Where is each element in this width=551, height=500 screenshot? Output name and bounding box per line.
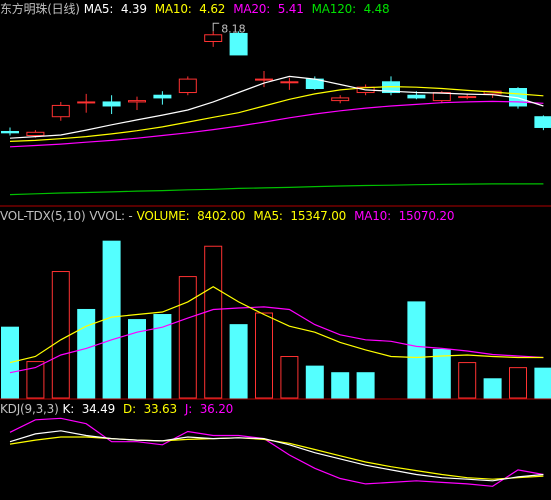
ma5-line <box>9 75 544 139</box>
candle-up <box>255 78 273 81</box>
volume-bar-down <box>229 324 248 399</box>
high-price-pointer <box>212 22 220 32</box>
candle-up <box>51 104 70 118</box>
volume-bar-up <box>255 312 273 399</box>
volume-bar-down <box>305 365 324 399</box>
candle-up <box>77 101 96 104</box>
volume-bar-up <box>51 271 70 399</box>
kdj-pane <box>9 417 544 487</box>
candle-up <box>204 34 223 42</box>
ma120-line <box>9 183 544 196</box>
stock-chart[interactable]: 8.18 <box>0 0 551 500</box>
candle-down <box>407 94 426 99</box>
candle-up <box>26 131 45 137</box>
volume-bar-down <box>483 378 502 399</box>
ma20-line <box>9 100 544 148</box>
volume-bar-up <box>178 276 197 399</box>
kdj-j-line <box>9 417 544 487</box>
volume-bar-up <box>204 245 223 399</box>
candle-down <box>1 130 19 134</box>
volume-bar-down <box>77 308 96 399</box>
volume-bar-up <box>509 367 527 399</box>
high-price-marker: 8.18 <box>221 22 246 35</box>
price-pane <box>1 22 551 196</box>
candle-up <box>280 81 299 84</box>
candle-down <box>153 94 172 99</box>
candle-up <box>178 78 197 94</box>
volume-bar-down <box>407 301 426 399</box>
volume-bar-up <box>458 362 477 399</box>
candle-down <box>102 101 121 107</box>
candle-up <box>331 97 350 102</box>
volume-pane <box>1 240 551 399</box>
kdj-d-line <box>9 436 544 480</box>
volume-bar-down <box>331 372 350 399</box>
ma10-line <box>9 85 544 142</box>
candle-down <box>534 116 551 128</box>
candle-up <box>128 100 146 103</box>
candle-up <box>458 96 477 99</box>
kdj-k-line <box>9 430 544 482</box>
volume-bar-up <box>280 356 299 399</box>
volume-bar-down <box>356 372 375 399</box>
candle-down <box>229 32 248 56</box>
volume-bar-down <box>534 367 551 399</box>
